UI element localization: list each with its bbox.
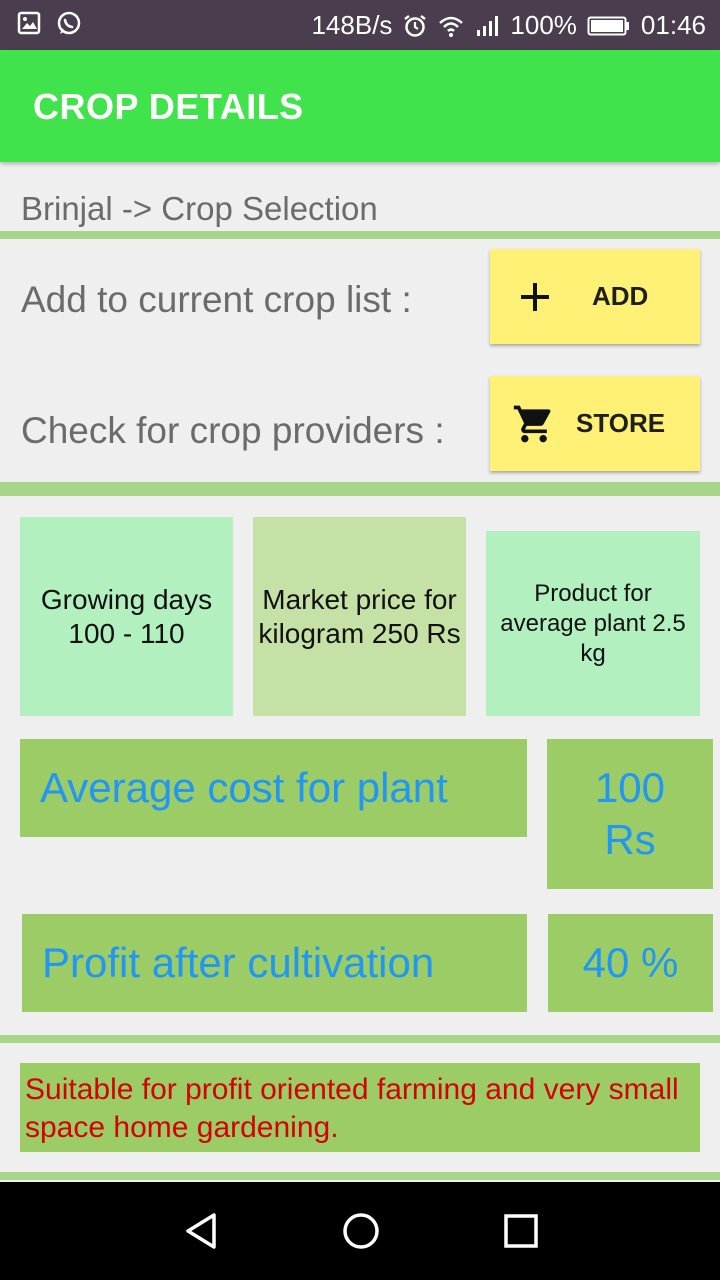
app-bar: CROP DETAILS	[0, 50, 720, 162]
net-speed: 148B/s	[311, 10, 393, 40]
whatsapp-notification-icon	[57, 11, 81, 35]
recent-apps-icon[interactable]	[501, 1211, 541, 1251]
avg-cost-label: Average cost for plant	[40, 764, 448, 811]
growing-days-text: Growing days 100 - 110	[40, 583, 213, 649]
profit-label-box: Profit after cultivation	[22, 914, 527, 1012]
divider	[0, 482, 720, 496]
suitability-note: Suitable for profit oriented farming and…	[20, 1063, 700, 1152]
clock: 01:46	[640, 10, 706, 40]
home-icon[interactable]	[341, 1211, 381, 1251]
add-button-label: ADD	[592, 281, 649, 311]
divider	[0, 1172, 720, 1180]
product-card: Product for average plant 2.5 kg	[486, 531, 700, 716]
add-label: Add to current crop list :	[21, 279, 412, 320]
profit-label: Profit after cultivation	[42, 939, 435, 986]
store-label: Check for crop providers :	[21, 410, 445, 451]
page-title: CROP DETAILS	[33, 86, 304, 127]
signal-icon	[477, 15, 499, 36]
alarm-icon	[404, 14, 427, 37]
profit-value-box: 40 %	[548, 914, 713, 1012]
battery-icon	[587, 16, 629, 35]
store-button-label: STORE	[576, 408, 666, 438]
market-price-card: Market price for kilogram 250 Rs	[253, 517, 466, 716]
profit-value: 40 %	[582, 939, 679, 986]
breadcrumb: Brinjal -> Crop Selection	[21, 190, 378, 227]
divider	[0, 231, 720, 239]
plus-icon	[521, 283, 549, 311]
market-price-text: Market price for kilogram 250 Rs	[258, 583, 461, 649]
product-text: Product for average plant 2.5 kg	[500, 579, 686, 667]
store-button[interactable]: STORE	[490, 376, 700, 471]
gallery-notification-icon	[17, 11, 41, 35]
shopping-cart-icon	[513, 405, 551, 443]
back-icon[interactable]	[181, 1211, 221, 1251]
battery-percent: 100%	[510, 10, 577, 40]
avg-cost-label-box: Average cost for plant	[20, 739, 527, 837]
growing-days-card: Growing days 100 - 110	[20, 517, 233, 716]
avg-cost-value: 100 Rs	[594, 764, 666, 863]
navigation-bar	[0, 1182, 720, 1280]
divider	[0, 1035, 720, 1043]
suitability-note-text: Suitable for profit oriented farming and…	[25, 1073, 679, 1144]
add-button[interactable]: ADD	[490, 249, 700, 344]
status-bar: 148B/s 100% 01:46	[0, 0, 720, 50]
avg-cost-value-box: 100 Rs	[547, 739, 713, 889]
wifi-icon	[439, 16, 464, 37]
